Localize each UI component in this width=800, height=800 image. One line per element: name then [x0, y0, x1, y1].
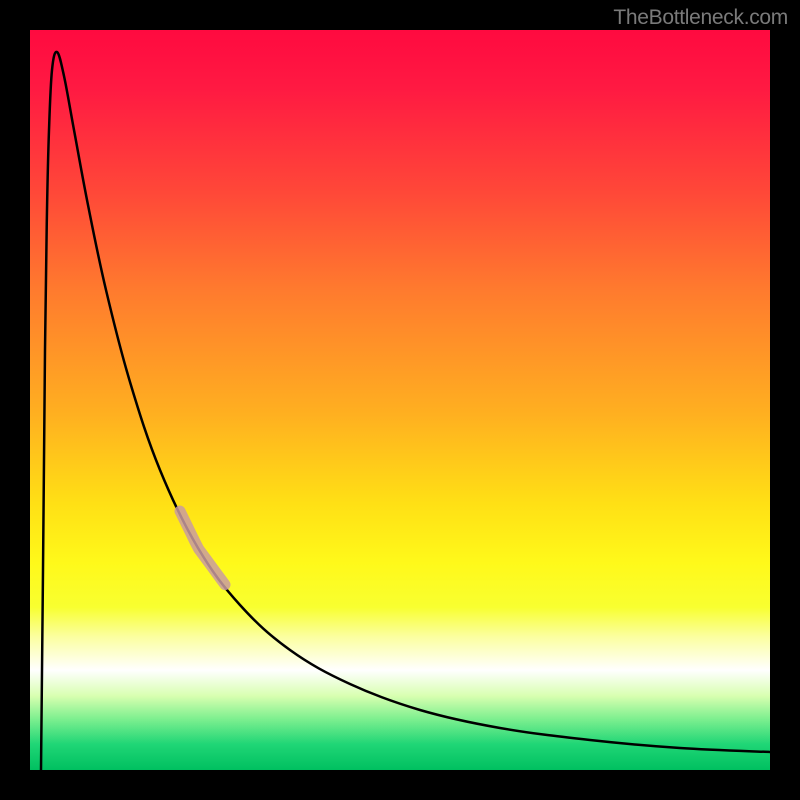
- curve-path: [41, 52, 770, 770]
- watermark-text: TheBottleneck.com: [613, 6, 788, 30]
- plot-area: [30, 30, 770, 770]
- highlight-segment: [180, 511, 225, 585]
- chart-curve-svg: [30, 30, 770, 770]
